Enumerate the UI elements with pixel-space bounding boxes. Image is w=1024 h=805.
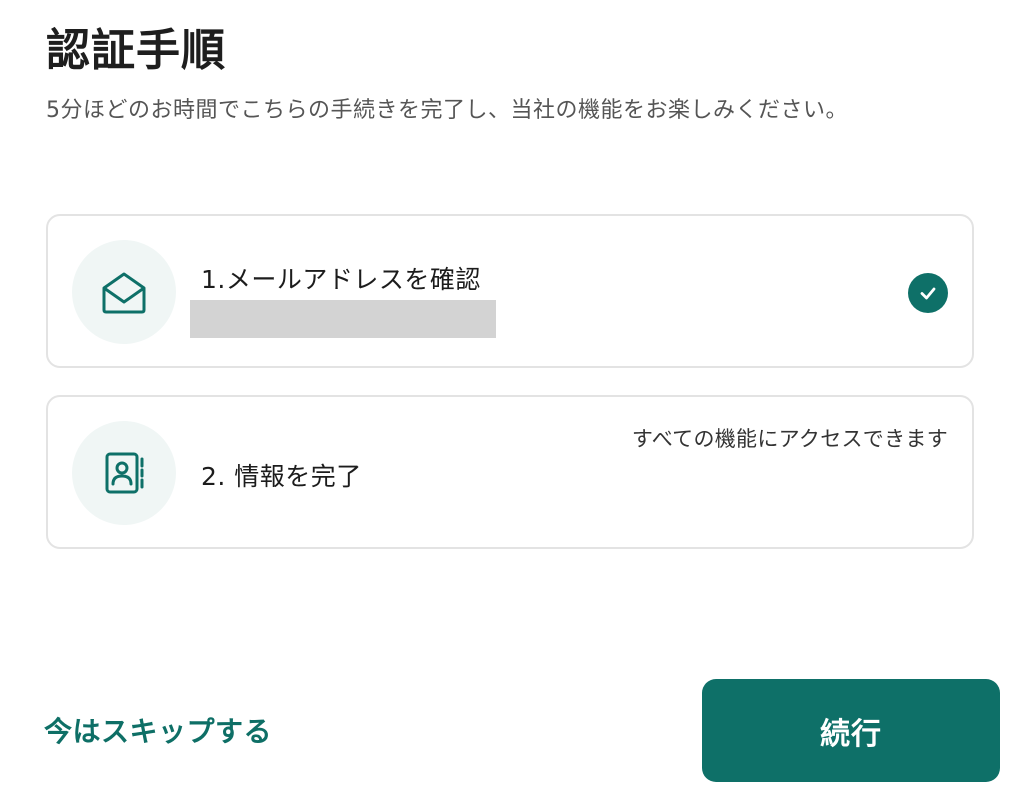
page-title: 認証手順: [46, 25, 226, 76]
step-icon-background: [72, 421, 176, 525]
step-card-verify-email[interactable]: 1.メールアドレスを確認: [46, 214, 974, 368]
contact-book-icon: [105, 452, 144, 494]
step-hint: すべての機能にアクセスできます: [631, 427, 948, 451]
envelope-open-icon: [102, 272, 146, 314]
redacted-email-address: [190, 300, 496, 338]
step-title: 2. 情報を完了: [201, 462, 362, 491]
step-title: 1.メールアドレスを確認: [201, 265, 481, 294]
check-icon: [908, 273, 948, 313]
step-icon-background: [72, 240, 176, 344]
step-card-complete-info[interactable]: 2. 情報を完了 すべての機能にアクセスできます: [46, 395, 974, 549]
skip-for-now-link[interactable]: 今はスキップする: [44, 710, 272, 750]
continue-button[interactable]: 続行: [702, 679, 1000, 782]
page-subtitle: 5分ほどのお時間でこちらの手続きを完了し、当社の機能をお楽しみください。: [46, 98, 848, 123]
